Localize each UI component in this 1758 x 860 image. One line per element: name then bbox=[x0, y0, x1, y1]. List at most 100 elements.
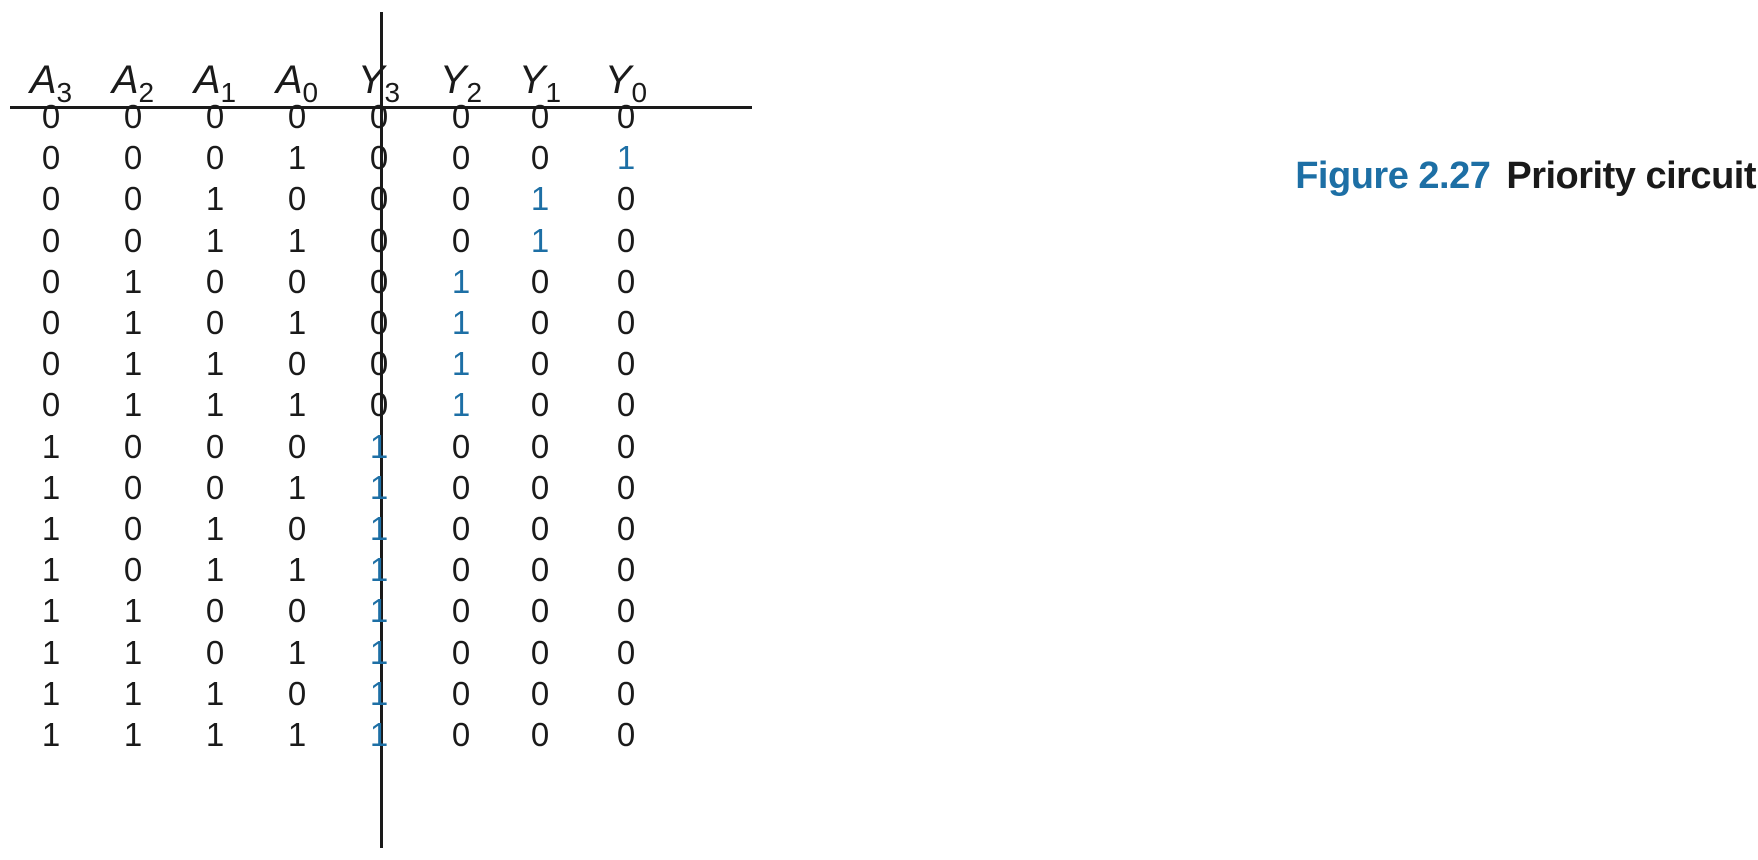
table-cell: 0 bbox=[530, 551, 550, 589]
table-cell: 0 bbox=[451, 98, 471, 135]
table-cell: 0 bbox=[287, 674, 307, 712]
table-cell: 1 bbox=[123, 345, 143, 383]
table-cell: 0 bbox=[369, 98, 389, 135]
table-cell: 1 bbox=[123, 674, 143, 712]
table-cell: 1 bbox=[369, 510, 389, 547]
table-cell: 0 bbox=[123, 510, 143, 547]
table-cell: 1 bbox=[287, 139, 307, 177]
table-cell: 0 bbox=[616, 674, 636, 712]
table-cell: 0 bbox=[41, 139, 61, 177]
table-cell: 1 bbox=[41, 427, 61, 465]
table-cell: 0 bbox=[616, 98, 636, 135]
table-cell: 0 bbox=[369, 345, 389, 383]
table-cell: 0 bbox=[616, 386, 636, 424]
table-cell: 0 bbox=[616, 551, 636, 589]
table-cell: 1 bbox=[41, 551, 61, 589]
table-cell: 0 bbox=[205, 139, 225, 177]
table-cell: 0 bbox=[287, 345, 307, 383]
table-cell: 0 bbox=[616, 221, 636, 259]
table-cell: 0 bbox=[530, 592, 550, 630]
table-cell: 0 bbox=[369, 386, 389, 424]
table-cell: 1 bbox=[205, 386, 225, 424]
table-cell: 1 bbox=[369, 674, 389, 712]
table-cell: 0 bbox=[205, 468, 225, 506]
table-cell: 0 bbox=[530, 427, 550, 465]
table-cell: 1 bbox=[369, 716, 389, 753]
table-cell: 0 bbox=[205, 98, 225, 135]
table-cell: 1 bbox=[451, 304, 471, 341]
table-cell: 0 bbox=[41, 304, 61, 341]
table-cell: 0 bbox=[451, 427, 471, 465]
table-cell: 1 bbox=[123, 592, 143, 630]
table-cell: 0 bbox=[616, 633, 636, 671]
table-cell: 1 bbox=[123, 633, 143, 671]
table-cell: 0 bbox=[451, 674, 471, 712]
table-cell: 0 bbox=[616, 716, 636, 753]
table-cell: 0 bbox=[369, 304, 389, 341]
table-cell: 1 bbox=[123, 262, 143, 300]
table-cell: 0 bbox=[123, 180, 143, 218]
table-cell: 0 bbox=[616, 262, 636, 300]
table-cell: 0 bbox=[41, 345, 61, 383]
table-cell: 0 bbox=[451, 221, 471, 259]
table-cell: 1 bbox=[41, 633, 61, 671]
table-cell: 0 bbox=[123, 98, 143, 135]
table-cell: 0 bbox=[205, 633, 225, 671]
table-cell: 1 bbox=[205, 551, 225, 589]
table-cell: 0 bbox=[287, 98, 307, 135]
table-cell: 0 bbox=[369, 262, 389, 300]
table-cell: 0 bbox=[205, 262, 225, 300]
figure-caption: Figure 2.27 Priority circuit bbox=[1295, 152, 1756, 200]
table-cell: 0 bbox=[616, 304, 636, 341]
table-cell: 0 bbox=[530, 510, 550, 547]
table-cell: 0 bbox=[530, 262, 550, 300]
table-cell: 1 bbox=[205, 674, 225, 712]
table-cell: 0 bbox=[451, 180, 471, 218]
table-cell: 0 bbox=[205, 304, 225, 341]
table-cell: 1 bbox=[287, 386, 307, 424]
table-cell: 1 bbox=[451, 345, 471, 383]
table-cell: 0 bbox=[451, 592, 471, 630]
table-cell: 0 bbox=[41, 221, 61, 259]
table-cell: 0 bbox=[530, 633, 550, 671]
table-cell: 0 bbox=[287, 592, 307, 630]
table-cell: 1 bbox=[205, 510, 225, 547]
table-cell: 1 bbox=[205, 345, 225, 383]
table-cell: 0 bbox=[530, 674, 550, 712]
table-cell: 0 bbox=[530, 386, 550, 424]
table-cell: 0 bbox=[530, 345, 550, 383]
table-cell: 1 bbox=[41, 468, 61, 506]
table-cell: 0 bbox=[451, 633, 471, 671]
table-cell: 0 bbox=[41, 180, 61, 218]
table-cell: 1 bbox=[41, 592, 61, 630]
table-cell: 0 bbox=[123, 221, 143, 259]
table-cell: 1 bbox=[123, 716, 143, 753]
table-cell: 1 bbox=[451, 262, 471, 300]
figure-title: Priority circuit bbox=[1506, 155, 1756, 197]
table-cell: 1 bbox=[530, 180, 550, 218]
table-cell: 1 bbox=[287, 633, 307, 671]
table-cell: 0 bbox=[123, 139, 143, 177]
table-cell: 0 bbox=[530, 98, 550, 135]
truth-table: A3 A2 A1 A0 Y3 Y2 Y1 Y0 0 0 0 0 0 0 0 0 0 0 0 1 0 0 0 1 0 0 1 0 0 0 1 0… bbox=[10, 10, 752, 850]
table-cell: 0 bbox=[616, 510, 636, 547]
table-cell: 1 bbox=[205, 180, 225, 218]
table-cell: 1 bbox=[369, 427, 389, 465]
table-cell: 0 bbox=[616, 468, 636, 506]
table-cell: 1 bbox=[616, 139, 636, 177]
table-cell: 0 bbox=[530, 139, 550, 177]
table-cell: 0 bbox=[530, 304, 550, 341]
table-cell: 0 bbox=[287, 262, 307, 300]
table-cell: 0 bbox=[287, 427, 307, 465]
table-cell: 0 bbox=[451, 139, 471, 177]
table-cell: 0 bbox=[369, 221, 389, 259]
figure-number: Figure 2.27 bbox=[1295, 155, 1491, 197]
table-cell: 1 bbox=[451, 386, 471, 424]
table-cell: 0 bbox=[41, 386, 61, 424]
table-cell: 1 bbox=[287, 304, 307, 341]
table-cell: 0 bbox=[369, 180, 389, 218]
table-cell: 1 bbox=[369, 633, 389, 671]
table-cell: 0 bbox=[123, 468, 143, 506]
table-cell: 1 bbox=[41, 674, 61, 712]
table-cell: 0 bbox=[451, 468, 471, 506]
